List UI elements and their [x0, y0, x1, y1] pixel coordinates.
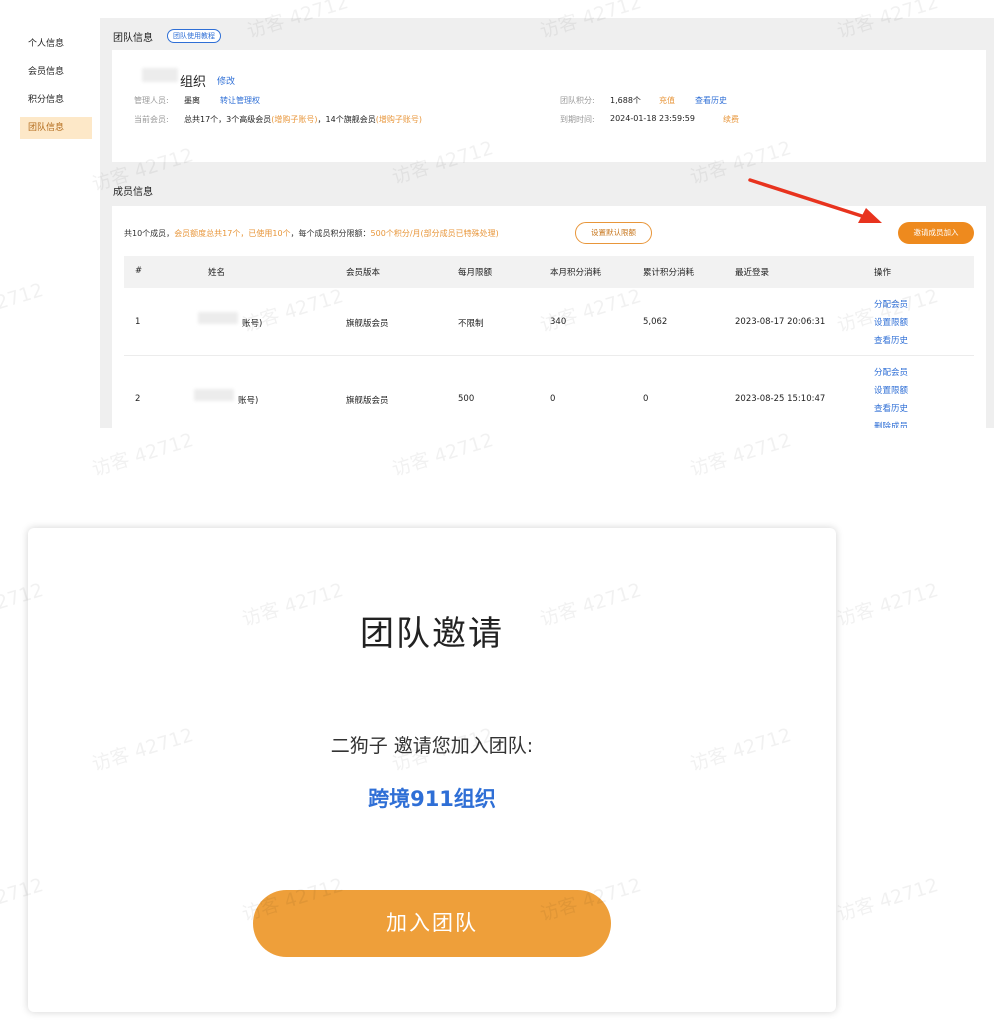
- redacted-name: [194, 389, 234, 401]
- sidebar-item-membership[interactable]: 会员信息: [20, 61, 92, 83]
- assign-member-link[interactable]: 分配会员: [874, 366, 908, 378]
- watermark: 访客 42712: [389, 429, 496, 481]
- expire-label: 到期时间:: [560, 115, 595, 124]
- table-row: 2 账号) 旗舰版会员 500 0 0 2023-08-25 15:10:47 …: [124, 356, 974, 428]
- red-arrow-annotation: [748, 178, 882, 223]
- summary-prefix: 共10个成员，: [124, 229, 175, 238]
- row-monthly-limit: 不限制: [458, 319, 484, 329]
- sidebar-item-points[interactable]: 积分信息: [20, 89, 92, 111]
- team-settings-screenshot: 个人信息 会员信息 积分信息 团队信息 团队信息 团队使用教程 组织 修改 管理…: [0, 0, 997, 428]
- invite-member-button[interactable]: 邀请成员加入: [898, 222, 974, 244]
- row-monthly-limit: 500: [458, 394, 475, 404]
- delete-member-link[interactable]: 删除成员: [874, 420, 908, 428]
- buy-sub-account-link-2[interactable]: (增购子账号): [376, 115, 422, 124]
- row-index: 2: [135, 394, 141, 404]
- row-name: 账号): [242, 319, 263, 329]
- col-month-used: 本月积分消耗: [550, 268, 602, 278]
- edit-org-link[interactable]: 修改: [217, 74, 235, 87]
- current-members-text: 总共17个，3个高级会员: [184, 115, 272, 124]
- table-row: 1 账号) 旗舰版会员 不限制 340 5,062 2023-08-17 20:…: [124, 288, 974, 356]
- col-last-login: 最近登录: [735, 268, 770, 278]
- col-index: #: [135, 266, 143, 276]
- points-value: 1,688个: [610, 96, 641, 105]
- tutorial-badge[interactable]: 团队使用教程: [167, 29, 221, 43]
- team-invite-card: 团队邀请 二狗子 邀请您加入团队: 跨境911组织 加入团队: [28, 528, 836, 1012]
- row-total-used: 5,062: [643, 317, 668, 327]
- transfer-admin-link[interactable]: 转让管理权: [220, 95, 260, 106]
- row-total-used: 0: [643, 394, 649, 404]
- col-version: 会员版本: [346, 268, 381, 278]
- set-default-limit-button[interactable]: 设置默认限额: [575, 222, 652, 244]
- current-members-summary: 总共17个，3个高级会员(增购子账号)，14个旗舰会员(增购子账号): [184, 114, 422, 125]
- points-history-link[interactable]: 查看历史: [695, 95, 727, 106]
- redacted-org-prefix: [142, 68, 178, 82]
- org-name: 组织: [180, 75, 207, 90]
- col-total-used: 累计积分消耗: [643, 268, 695, 278]
- team-info-title: 团队信息: [113, 33, 153, 44]
- row-version[interactable]: 旗舰版会员: [346, 394, 389, 406]
- row-version[interactable]: 旗舰版会员: [346, 317, 389, 329]
- summary-limit: 500个积分/月(部分成员已特殊处理): [370, 229, 499, 238]
- row-index: 1: [135, 317, 141, 327]
- watermark: 访客 42712: [834, 874, 941, 926]
- invite-title: 团队邀请: [360, 614, 504, 654]
- summary-mid: ，每个成员积分限额：: [290, 229, 371, 238]
- sidebar-item-personal[interactable]: 个人信息: [20, 33, 92, 55]
- recharge-link[interactable]: 充值: [659, 95, 675, 106]
- invite-org-name: 跨境911组织: [368, 787, 496, 811]
- row-month-used: 0: [550, 394, 556, 404]
- flagship-text: ，14个旗舰会员: [317, 115, 376, 124]
- row-month-used: 340: [550, 317, 567, 327]
- watermark: 访客 42712: [687, 429, 794, 481]
- assign-member-link[interactable]: 分配会员: [874, 298, 908, 310]
- member-info-title: 成员信息: [113, 187, 153, 198]
- set-limit-link[interactable]: 设置限额: [874, 316, 908, 328]
- col-monthly-limit: 每月限额: [458, 268, 493, 278]
- watermark: 访客 42712: [89, 429, 196, 481]
- join-team-button[interactable]: 加入团队: [253, 890, 611, 957]
- admin-value: 墨离: [184, 96, 200, 105]
- member-summary: 共10个成员，会员额度总共17个，已使用10个，每个成员积分限额：500个积分/…: [124, 228, 499, 239]
- expire-value: 2024-01-18 23:59:59: [610, 114, 695, 123]
- points-label: 团队积分:: [560, 96, 595, 105]
- set-limit-link[interactable]: 设置限额: [874, 384, 908, 396]
- member-info-card: 共10个成员，会员额度总共17个，已使用10个，每个成员积分限额：500个积分/…: [112, 206, 986, 428]
- row-last-login: 2023-08-25 15:10:47: [735, 394, 826, 404]
- renew-link[interactable]: 续费: [723, 114, 739, 125]
- summary-quota: 会员额度总共17个，已使用10个: [174, 229, 291, 238]
- row-name: 账号): [238, 396, 259, 406]
- view-history-link[interactable]: 查看历史: [874, 334, 908, 346]
- admin-label: 管理人员:: [134, 96, 169, 105]
- view-history-link[interactable]: 查看历史: [874, 402, 908, 414]
- invite-message: 二狗子 邀请您加入团队:: [330, 735, 534, 757]
- current-members-label: 当前会员:: [134, 115, 169, 124]
- watermark: 访客 42712: [834, 579, 941, 631]
- sidebar: 个人信息 会员信息 积分信息 团队信息: [0, 18, 98, 428]
- team-info-card: 组织 修改 管理人员: 墨离 转让管理权 当前会员: 总共17个，3个高级会员(…: [112, 50, 986, 162]
- members-table-header: # 姓名 会员版本 每月限额 本月积分消耗 累计积分消耗 最近登录 操作: [124, 256, 974, 288]
- redacted-name: [198, 312, 238, 324]
- buy-sub-account-link-1[interactable]: (增购子账号): [271, 115, 317, 124]
- sidebar-item-team[interactable]: 团队信息: [20, 117, 92, 139]
- row-last-login: 2023-08-17 20:06:31: [735, 317, 826, 327]
- col-name: 姓名: [208, 268, 226, 278]
- col-actions: 操作: [874, 268, 892, 278]
